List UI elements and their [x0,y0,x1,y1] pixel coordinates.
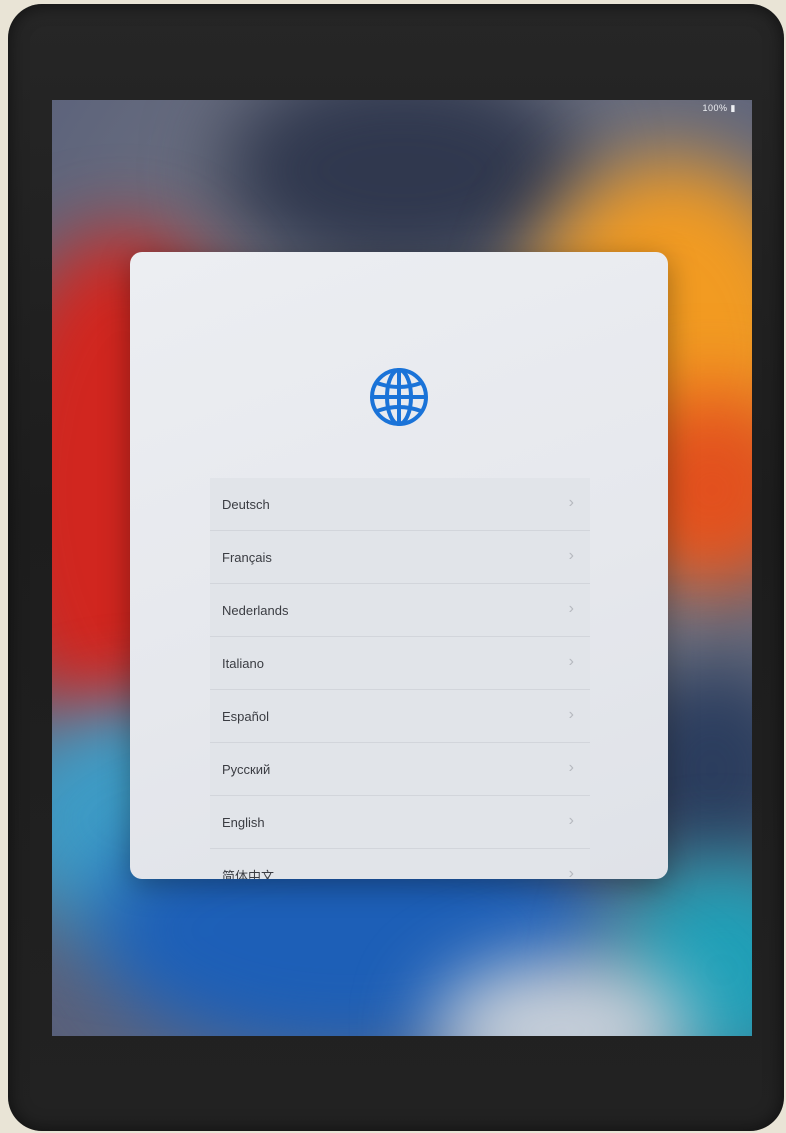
chevron-right-icon: › [568,494,574,511]
chevron-right-icon: › [568,653,574,670]
language-label: English [222,814,265,830]
language-label: Nederlands [222,602,289,618]
language-label: Deutsch [222,496,270,512]
language-list: Deutsch › Français › Nederlands › Italia… [210,478,590,879]
status-bar: 100% ▮ [703,103,737,114]
language-label: 简体中文 [222,868,275,880]
battery-icon: ▮ [730,103,736,113]
language-label: Русский [222,761,271,777]
language-row-espanol[interactable]: Español › [210,690,590,743]
battery-percentage: 100% [702,103,728,113]
language-label: Italiano [222,655,264,671]
chevron-right-icon: › [568,865,574,880]
globe-icon [370,368,428,426]
language-row-simplified-chinese[interactable]: 简体中文 › [210,849,590,880]
language-label: Français [222,549,272,565]
language-selection-sheet: Deutsch › Français › Nederlands › Italia… [130,252,668,879]
chevron-right-icon: › [568,759,574,776]
chevron-right-icon: › [568,812,574,829]
language-row-deutsch[interactable]: Deutsch › [210,478,590,531]
language-row-italiano[interactable]: Italiano › [210,637,590,690]
chevron-right-icon: › [568,547,574,564]
language-row-english[interactable]: English › [210,796,590,849]
language-row-russkiy[interactable]: Русский › [210,743,590,796]
language-row-francais[interactable]: Français › [210,531,590,584]
language-label: Español [222,708,269,724]
chevron-right-icon: › [568,706,574,723]
language-row-nederlands[interactable]: Nederlands › [210,584,590,637]
chevron-right-icon: › [568,600,574,617]
